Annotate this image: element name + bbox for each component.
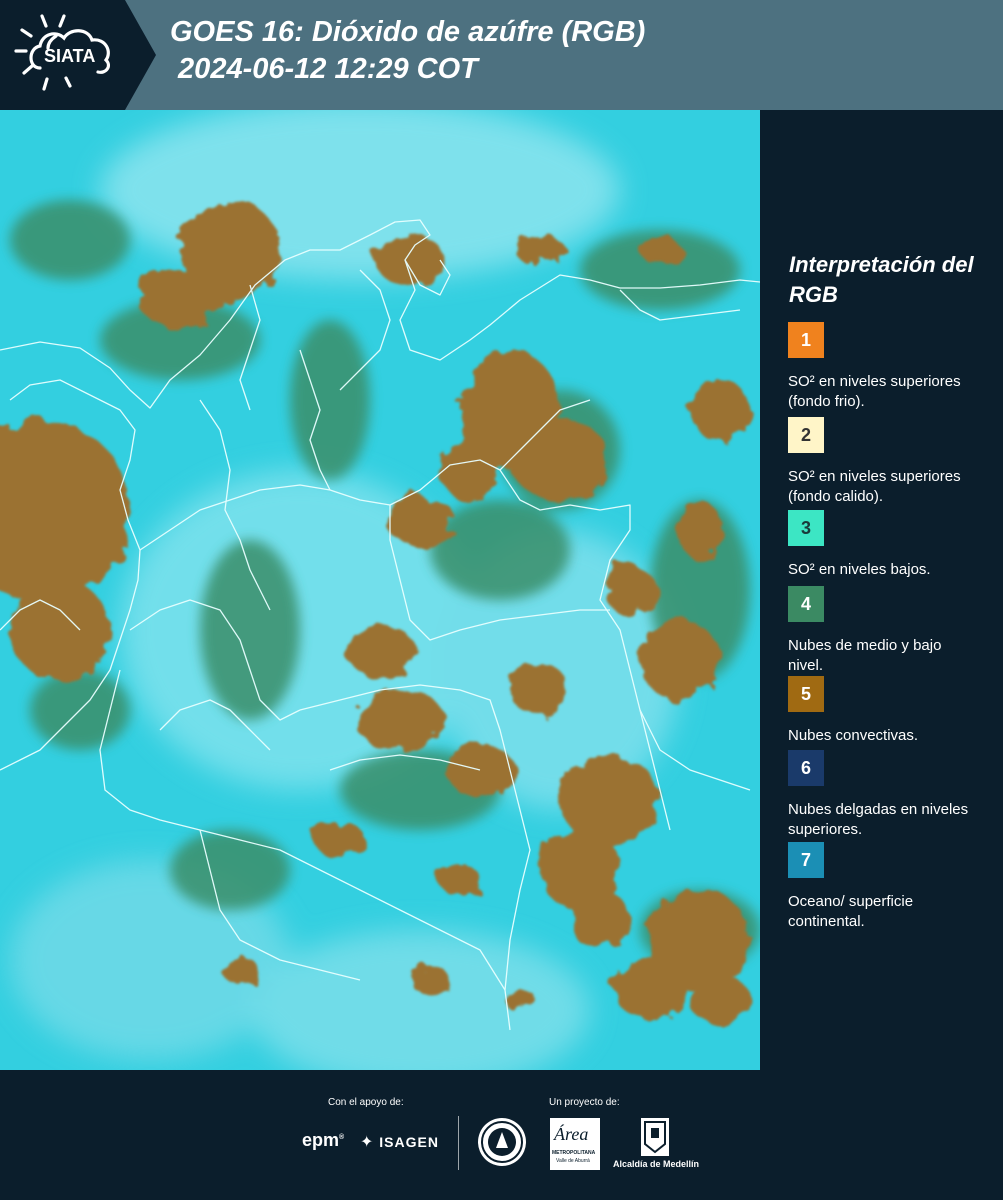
legend-item-2: 2 SO² en niveles superiores (fondo calid… <box>788 417 978 507</box>
legend-swatch-7: 7 <box>788 842 824 878</box>
page-title: GOES 16: Dióxido de azúfre (RGB) 2024-06… <box>170 14 645 88</box>
satellite-map-icon <box>0 110 760 1070</box>
siata-logo-label: SIATA <box>44 46 95 66</box>
legend-number-2: 2 <box>800 424 811 445</box>
legend-label-2: SO² en niveles superiores (fondo calido)… <box>788 468 961 505</box>
legend-panel: Interpretación del RGB 1 SO² en niveles … <box>760 110 1003 1070</box>
siata-logo[interactable]: SIATA <box>0 0 158 110</box>
legend-number-1: 1 <box>800 329 811 350</box>
legend-label-6: Nubes delgadas en niveles superiores. <box>788 801 969 838</box>
legend-swatch-2: 2 <box>788 417 824 453</box>
legend-swatch-4: 4 <box>788 586 824 622</box>
alcaldia-shield-svg <box>644 1121 666 1154</box>
legend-swatch-5: 5 <box>788 676 824 712</box>
area-logo-subtitle-2: Valle de Aburrá <box>556 1158 590 1164</box>
area-metropolitana-logo[interactable]: Área METROPOLITANA Valle de Aburrá <box>550 1118 600 1170</box>
title-line-1: GOES 16: Dióxido de azúfre (RGB) <box>170 16 646 48</box>
legend-item-6: 6 Nubes delgadas en niveles superiores. <box>788 750 978 840</box>
isagen-star-icon: ✦ <box>360 1134 375 1151</box>
legend-swatch-3: 3 <box>788 510 824 546</box>
footer-divider <box>458 1116 459 1170</box>
legend-number-7: 7 <box>800 849 811 870</box>
alcaldia-label: Alcaldía de Medellín <box>613 1159 700 1169</box>
legend-title: Interpretación del RGB <box>789 252 974 307</box>
legend-item-1: 1 SO² en niveles superiores (fondo frio)… <box>788 322 978 412</box>
footer: Con el apoyo de: Un proyecto de: epm® ✦ … <box>0 1070 1003 1200</box>
legend-number-3: 3 <box>800 517 811 538</box>
legend-number-4: 4 <box>800 593 811 614</box>
alcaldia-shield-icon[interactable] <box>641 1118 669 1156</box>
legend-item-7: 7 Oceano/ superficie continental. <box>788 842 978 932</box>
legend-item-4: 4 Nubes de medio y bajo nivel. <box>788 586 978 676</box>
legend-number-6: 6 <box>800 757 811 778</box>
isagen-logo-text: ISAGEN <box>379 1134 439 1150</box>
legend-label-7: Oceano/ superficie continental. <box>788 893 914 930</box>
legend-item-3: 3 SO² en niveles bajos. <box>788 510 978 580</box>
legend-label-4: Nubes de medio y bajo nivel. <box>788 637 942 674</box>
title-line-2: 2024-06-12 12:29 COT <box>170 53 478 85</box>
satellite-map[interactable] <box>0 110 760 1070</box>
legend-item-5: 5 Nubes convectivas. <box>788 676 978 746</box>
area-logo-text: Área <box>554 1124 589 1144</box>
university-seal-icon[interactable] <box>478 1118 526 1166</box>
epm-logo-text: epm <box>302 1130 340 1150</box>
legend-number-5: 5 <box>800 683 811 704</box>
support-label: Con el apoyo de: <box>328 1097 404 1108</box>
legend-label-5: Nubes convectivas. <box>788 727 919 744</box>
header-bar: SIATA GOES 16: Dióxido de azúfre (RGB) 2… <box>0 0 1003 110</box>
legend-label-1: SO² en niveles superiores (fondo frio). <box>788 373 961 410</box>
legend-swatch-6: 6 <box>788 750 824 786</box>
isagen-logo[interactable]: ✦ ISAGEN <box>360 1132 439 1152</box>
legend-swatch-1: 1 <box>788 322 824 358</box>
epm-logo[interactable]: epm® <box>302 1130 344 1151</box>
siata-logo-icon: SIATA <box>0 0 156 110</box>
legend-label-3: SO² en niveles bajos. <box>788 561 931 578</box>
university-seal-svg <box>481 1121 523 1163</box>
project-label: Un proyecto de: <box>549 1097 620 1108</box>
area-logo-subtitle: METROPOLITANA <box>552 1150 596 1156</box>
